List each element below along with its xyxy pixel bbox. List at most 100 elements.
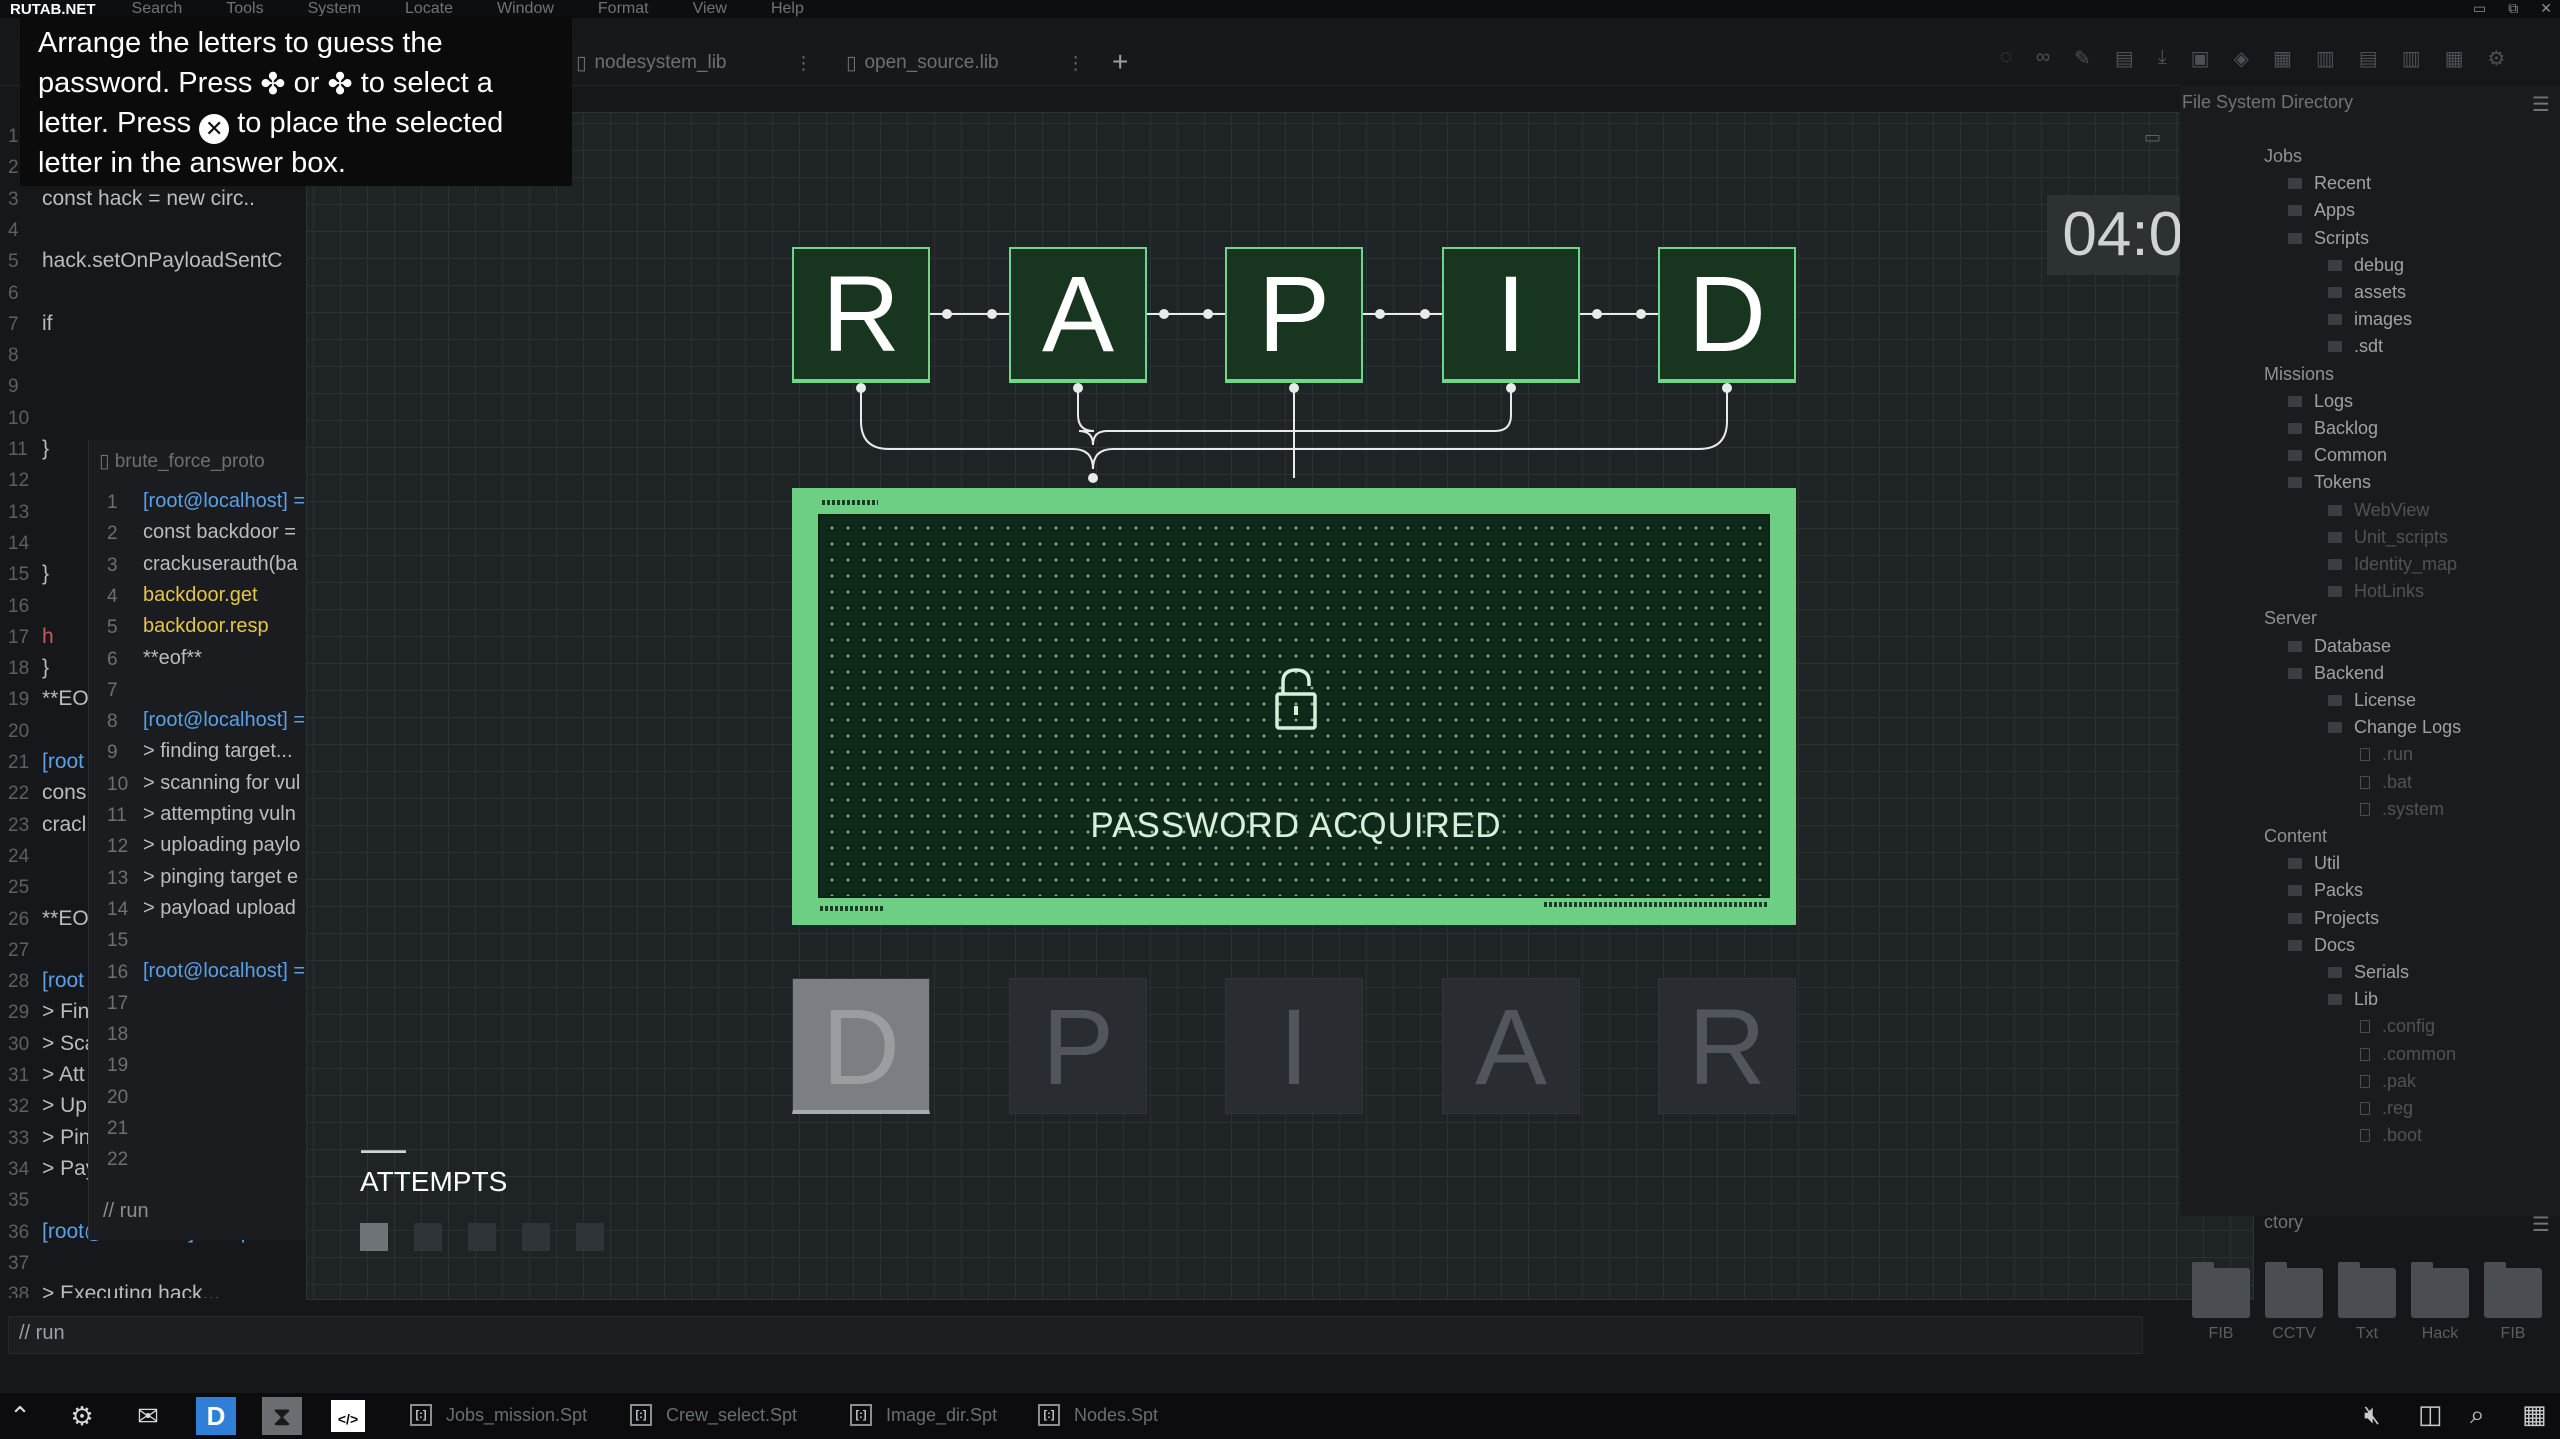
tree-item[interactable]: .config — [2360, 1016, 2435, 1037]
pencil-icon[interactable]: ✎ — [2074, 46, 2091, 71]
file-icon — [2360, 1020, 2370, 1034]
letter-tile[interactable]: D — [792, 978, 930, 1114]
menu-help[interactable]: Help — [749, 0, 826, 18]
tree-label: Unit_scripts — [2354, 526, 2449, 547]
tree-item[interactable]: .pak — [2360, 1071, 2416, 1092]
taskbar-item[interactable]: [:] Jobs_mission.Spt — [410, 1404, 587, 1426]
calendar-icon[interactable]: ▦ — [2522, 1399, 2547, 1430]
terminal-icon[interactable]: </> — [328, 1397, 368, 1435]
tree-item[interactable]: .bat — [2360, 772, 2412, 793]
tree-label: .boot — [2382, 1125, 2423, 1146]
menu-format[interactable]: Format — [576, 0, 671, 18]
tree-item[interactable]: Backlog — [2288, 418, 2378, 439]
tree-item[interactable]: debug — [2328, 255, 2404, 276]
taskbar-item[interactable]: [:] Crew_select.Spt — [630, 1404, 797, 1426]
menu-view[interactable]: View — [671, 0, 749, 18]
tree-item[interactable]: Change Logs — [2328, 717, 2461, 738]
tree-item[interactable]: Util — [2288, 853, 2340, 874]
brute-force-panel[interactable]: ▯ brute_force_proto 1 [root@localhost] = 2… — [88, 440, 306, 1240]
tree-item[interactable]: Logs — [2288, 391, 2353, 412]
restore-icon[interactable]: ⧉ — [2508, 0, 2518, 17]
tree-item[interactable]: Apps — [2288, 200, 2355, 221]
hourglass-icon[interactable]: ⧗ — [262, 1397, 302, 1435]
add-tab-icon[interactable]: + — [1112, 46, 1128, 78]
document-icon[interactable]: ▤ — [2115, 46, 2134, 71]
letter-tile[interactable]: P — [1009, 978, 1147, 1114]
more-icon[interactable]: ⋮ — [1067, 53, 1085, 74]
tree-item[interactable]: Projects — [2288, 908, 2379, 929]
panel-run-command[interactable]: // run — [103, 1200, 149, 1223]
tree-item[interactable]: Serials — [2328, 962, 2409, 983]
folder-icon[interactable] — [2484, 1262, 2542, 1318]
tree-item[interactable]: Tokens — [2288, 472, 2371, 493]
minimize-icon[interactable]: ▭ — [2473, 0, 2486, 17]
link-icon[interactable]: ∞ — [2036, 46, 2050, 71]
tab-nodesystem[interactable]: ▯ nodesystem_lib ⋮ — [576, 48, 813, 78]
folder-icon[interactable] — [2265, 1262, 2323, 1318]
layers-icon[interactable]: ◈ — [2234, 46, 2249, 71]
tree-item[interactable]: Identity_map — [2328, 554, 2457, 575]
tree-item[interactable]: Lib — [2328, 989, 2378, 1010]
folder-icon[interactable] — [2192, 1262, 2250, 1318]
tree-item[interactable]: HotLinks — [2328, 581, 2424, 602]
letter-tile[interactable]: I — [1225, 978, 1363, 1114]
tree-item[interactable]: Recent — [2288, 173, 2371, 194]
taskbar-item[interactable]: [:] Image_dir.Spt — [850, 1404, 997, 1426]
app-d-icon[interactable]: D — [196, 1397, 236, 1435]
tree-item[interactable]: .common — [2360, 1044, 2456, 1065]
tree-item[interactable]: .boot — [2360, 1125, 2422, 1146]
folder-icon[interactable] — [2411, 1262, 2469, 1318]
columns-icon[interactable]: ▥ — [2402, 46, 2421, 71]
tab-open-source[interactable]: ▯ open_source.lib ⋮ — [846, 48, 1085, 78]
download-icon[interactable]: ⤓ — [2158, 46, 2167, 71]
tree-item[interactable]: .reg — [2360, 1098, 2413, 1119]
tree-item[interactable]: .system — [2360, 799, 2444, 820]
command-input[interactable]: // run — [8, 1316, 2143, 1354]
more-icon[interactable]: ⋮ — [795, 53, 813, 74]
settings-icon[interactable]: ⚙ — [2488, 46, 2506, 71]
tree-item[interactable]: Unit_scripts — [2328, 527, 2448, 548]
tree-label: Server — [2264, 608, 2318, 629]
hamburger-icon[interactable]: ☰ — [2532, 92, 2550, 117]
tree-item[interactable]: License — [2328, 690, 2416, 711]
taskbar-item[interactable]: [:] Nodes.Spt — [1038, 1404, 1158, 1426]
line-number: 20 — [107, 1086, 129, 1108]
tree-item[interactable]: Packs — [2288, 880, 2363, 901]
instruction-line-3: letter. Press ✕ to place the selected — [38, 104, 554, 144]
code-line: > attempting vuln — [143, 803, 296, 825]
mute-icon[interactable]: 🔇︎ — [2364, 1399, 2380, 1431]
tree-item[interactable]: Scripts — [2288, 228, 2369, 249]
letter-tile[interactable]: R — [1658, 978, 1796, 1114]
file-icon — [2360, 1074, 2370, 1088]
tree-item[interactable]: assets — [2328, 282, 2406, 303]
tree-item[interactable]: Backend — [2288, 663, 2384, 684]
brand-logo: RUTAB.NET — [10, 0, 96, 18]
grid-icon[interactable]: ▦ — [2273, 46, 2292, 71]
layout-icon[interactable]: ▦ — [2445, 46, 2464, 71]
tree-item[interactable]: images — [2328, 309, 2412, 330]
close-icon[interactable]: ✕ — [2540, 0, 2552, 17]
letter-tile[interactable]: A — [1442, 978, 1580, 1114]
tree-label: Tokens — [2314, 472, 2372, 493]
folder-icon[interactable] — [2338, 1262, 2396, 1318]
tree-item[interactable]: .sdt — [2328, 336, 2383, 357]
code-editor[interactable]: 1 2 3 const hack = new circ.. 4 5 hack.setOnPa… — [0, 118, 306, 1298]
frame-icon[interactable]: ▣ — [2191, 46, 2210, 71]
tree-item[interactable]: .run — [2360, 744, 2413, 765]
tree-item[interactable]: Docs — [2288, 935, 2355, 956]
tree-item[interactable]: Common — [2288, 445, 2387, 466]
slot-pin — [1073, 383, 1083, 393]
hamburger-icon[interactable]: ☰ — [2532, 1212, 2550, 1237]
folder-icon — [2328, 586, 2342, 598]
tree-item[interactable]: WebView — [2328, 500, 2429, 521]
code-line: } — [42, 562, 50, 586]
gear-icon[interactable]: ⚙ — [62, 1397, 102, 1435]
mail-icon[interactable]: ✉ — [128, 1397, 168, 1435]
split-view-icon[interactable]: ◫ — [2418, 1399, 2443, 1430]
tag-icon[interactable]: ◌ — [2000, 46, 2012, 71]
split-icon[interactable]: ▤ — [2359, 46, 2378, 71]
tree-item[interactable]: Database — [2288, 636, 2391, 657]
panel-icon[interactable]: ▥ — [2316, 46, 2335, 71]
chevron-up-icon[interactable]: ⌃ — [0, 1397, 40, 1435]
search-icon[interactable]: ⌕ — [2470, 1399, 2485, 1431]
